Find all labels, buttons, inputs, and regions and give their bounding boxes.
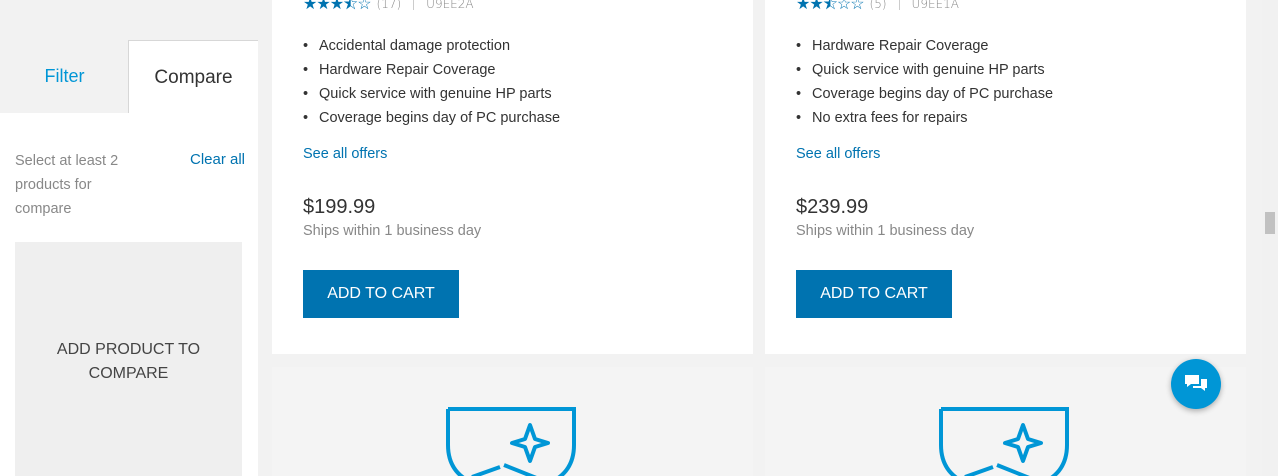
product-card: ★★★⯪☆ (17) U9EE2A Accidental damage prot… [272, 0, 753, 354]
product-card: ★★⯪☆☆ (5) U9EE1A Hardware Repair Coverag… [765, 0, 1246, 354]
feature-item: Hardware Repair Coverage [303, 58, 560, 82]
half-star-icon: ⯪ [343, 0, 358, 13]
rating-row: ★★★⯪☆ (17) U9EE2A [303, 0, 474, 12]
feature-list: Accidental damage protection Hardware Re… [303, 34, 560, 130]
add-to-cart-button[interactable]: ADD TO CART [303, 270, 459, 318]
add-product-to-compare-label: ADD PRODUCT TO COMPARE [56, 341, 201, 382]
add-product-to-compare-box[interactable]: ADD PRODUCT TO COMPARE [15, 242, 242, 476]
care-pack-shield-icon [446, 407, 576, 476]
product-price: $199.99 [303, 196, 376, 218]
sidebar: Filter Compare Select at least 2 product… [0, 0, 258, 476]
scrollbar-thumb[interactable] [1265, 212, 1275, 234]
feature-item: Quick service with genuine HP parts [796, 58, 1053, 82]
feature-item: Coverage begins day of PC purchase [303, 106, 560, 130]
feature-item: Coverage begins day of PC purchase [796, 82, 1053, 106]
add-to-cart-button[interactable]: ADD TO CART [796, 270, 952, 318]
half-star-icon: ⯪ [822, 0, 838, 13]
feature-item: Hardware Repair Coverage [796, 34, 1053, 58]
page-scrollbar[interactable] [1262, 0, 1278, 476]
review-count[interactable]: (5) [870, 0, 887, 11]
product-price: $239.99 [796, 196, 869, 218]
feature-list: Hardware Repair Coverage Quick service w… [796, 34, 1053, 130]
rating-row: ★★⯪☆☆ (5) U9EE1A [796, 0, 959, 12]
feature-item: Accidental damage protection [303, 34, 560, 58]
empty-star-icon: ☆☆ [836, 0, 865, 13]
sidebar-tabs: Filter Compare [0, 40, 258, 114]
see-all-offers-link[interactable]: See all offers [796, 146, 880, 162]
star-rating[interactable]: ★★⯪☆☆ [796, 0, 865, 13]
shipping-info: Ships within 1 business day [796, 223, 975, 239]
chat-icon [1185, 375, 1207, 391]
review-count[interactable]: (17) [377, 0, 402, 11]
product-sku: U9EE2A [426, 0, 474, 11]
empty-star-icon: ☆ [357, 0, 371, 13]
care-pack-shield-icon [939, 407, 1069, 476]
divider [898, 0, 900, 10]
shipping-info: Ships within 1 business day [303, 223, 482, 239]
tab-compare[interactable]: Compare [128, 40, 258, 114]
divider [413, 0, 415, 10]
compare-hint: Select at least 2 products for compare [15, 153, 119, 217]
tab-filter[interactable]: Filter [0, 40, 129, 114]
see-all-offers-link[interactable]: See all offers [303, 146, 387, 162]
chat-button[interactable] [1171, 359, 1221, 409]
feature-item: No extra fees for repairs [796, 106, 1053, 130]
product-sku: U9EE1A [911, 0, 959, 11]
feature-item: Quick service with genuine HP parts [303, 82, 560, 106]
product-card-image[interactable] [272, 367, 753, 476]
compare-panel: Select at least 2 products for compare C… [0, 113, 258, 476]
star-rating[interactable]: ★★★⯪☆ [303, 0, 372, 13]
clear-all-link[interactable]: Clear all [190, 151, 245, 168]
